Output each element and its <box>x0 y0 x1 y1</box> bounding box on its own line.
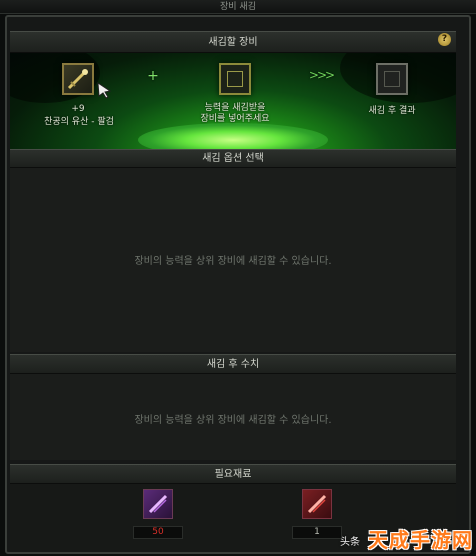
empty-slot-icon <box>227 71 243 87</box>
material-count: 50 <box>133 526 183 539</box>
plus-icon: + <box>147 68 159 84</box>
target-equipment-slot[interactable] <box>219 63 251 95</box>
watermark-logo-text: 天成手游网 <box>368 528 473 552</box>
cursor-icon <box>97 82 112 99</box>
help-icon[interactable]: ? <box>438 33 451 46</box>
result-equipment-slot <box>376 63 408 95</box>
arrows-icon: >>> <box>308 68 335 82</box>
engrave-banner: +9 찬공의 유산 - 팔검 + 능력을 새김받을 장비를 넣어주세요 >>> … <box>10 53 456 149</box>
purple-sword-crystal-icon[interactable] <box>143 489 173 519</box>
result-slot-label: 새김 후 결과 <box>368 106 416 116</box>
engrave-equipment-title: 새김할 장비 <box>208 37 258 48</box>
after-engrave-header: 새김 후 수치 <box>10 354 456 374</box>
after-engrave-panel: 장비의 능력을 상위 장비에 새김할 수 있습니다. <box>10 374 456 460</box>
after-engrave-title: 새김 후 수치 <box>206 359 260 370</box>
engrave-options-message: 장비의 능력을 상위 장비에 새김할 수 있습니다. <box>134 256 332 267</box>
source-enhance-level: +9 <box>71 104 85 114</box>
window-title: 장비 새김 <box>220 2 256 12</box>
required-materials-header: 필요재료 <box>10 464 456 484</box>
engrave-options-header: 새김 옵션 선택 <box>10 149 456 168</box>
source-equipment-name: 찬공의 유산 - 팔검 <box>44 117 114 127</box>
empty-slot-icon <box>384 71 400 87</box>
engrave-options-title: 새김 옵션 선택 <box>202 153 264 164</box>
watermark-small-text: 头条 <box>340 537 360 548</box>
engrave-options-panel: 장비의 능력을 상위 장비에 새김할 수 있습니다. <box>10 168 456 352</box>
site-watermark: 头条 天成手游网 <box>340 522 476 556</box>
after-engrave-message: 장비의 능력을 상위 장비에 새김할 수 있습니다. <box>134 415 332 426</box>
required-materials-title: 필요재료 <box>214 469 252 480</box>
source-equipment-slot[interactable] <box>62 63 94 95</box>
sword-icon <box>67 69 88 90</box>
target-slot-hint-line2: 장비를 넣어주세요 <box>200 114 270 124</box>
red-sword-crystal-icon[interactable] <box>302 489 332 519</box>
engrave-equipment-header: 새김할 장비 <box>10 31 456 53</box>
green-glow-pedestal <box>138 123 328 149</box>
window-titlebar[interactable]: 장비 새김 <box>0 0 476 14</box>
target-slot-hint-line1: 능력을 새김받을 <box>204 103 266 113</box>
material-count: 1 <box>292 526 342 539</box>
